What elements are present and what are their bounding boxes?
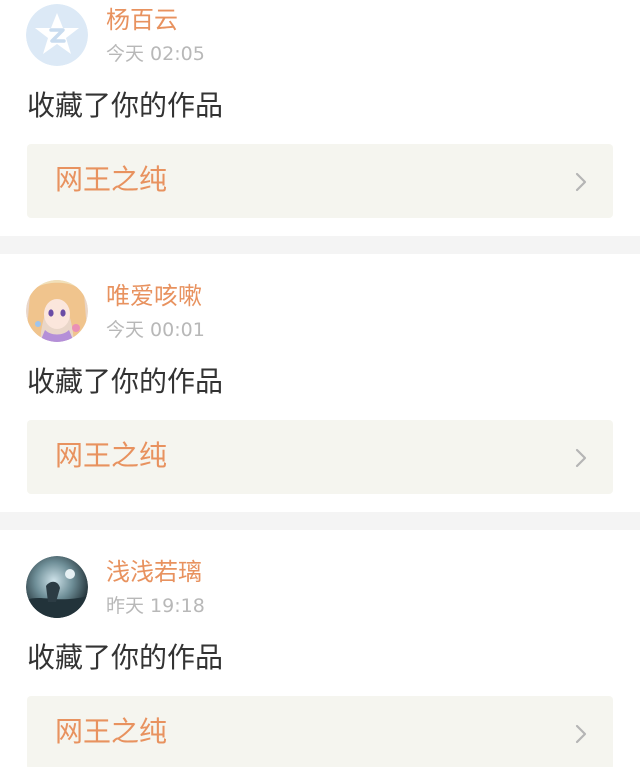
chevron-right-icon xyxy=(575,724,587,744)
work-link[interactable]: 网王之纯 xyxy=(27,144,613,218)
notification-card: 唯爱咳嗽 今天 00:01 收藏了你的作品 网王之纯 xyxy=(0,254,640,512)
anime-girl-avatar-icon xyxy=(26,280,88,342)
notification-feed: 杨百云 今天 02:05 收藏了你的作品 网王之纯 唯爱咳嗽 今天 00:01 … xyxy=(0,0,640,767)
divider xyxy=(0,512,640,530)
chevron-right-icon xyxy=(575,172,587,192)
avatar[interactable] xyxy=(26,280,88,342)
timestamp: 昨天 19:18 xyxy=(106,595,205,617)
action-text: 收藏了你的作品 xyxy=(27,89,224,122)
default-star-avatar-icon xyxy=(26,4,88,66)
action-text: 收藏了你的作品 xyxy=(27,641,224,674)
username[interactable]: 浅浅若璃 xyxy=(106,557,202,587)
work-title: 网王之纯 xyxy=(55,163,168,196)
username[interactable]: 唯爱咳嗽 xyxy=(106,281,202,311)
divider xyxy=(0,236,640,254)
chevron-right-icon xyxy=(575,448,587,468)
avatar[interactable] xyxy=(26,4,88,66)
notification-card: 浅浅若璃 昨天 19:18 收藏了你的作品 网王之纯 xyxy=(0,530,640,767)
work-title: 网王之纯 xyxy=(55,715,168,748)
work-link[interactable]: 网王之纯 xyxy=(27,420,613,494)
avatar[interactable] xyxy=(26,556,88,618)
notification-card: 杨百云 今天 02:05 收藏了你的作品 网王之纯 xyxy=(0,0,640,236)
timestamp: 今天 02:05 xyxy=(106,43,205,65)
timestamp: 今天 00:01 xyxy=(106,319,205,341)
work-title: 网王之纯 xyxy=(55,439,168,472)
work-link[interactable]: 网王之纯 xyxy=(27,696,613,767)
action-text: 收藏了你的作品 xyxy=(27,365,224,398)
night-scene-avatar-icon xyxy=(26,556,88,618)
username[interactable]: 杨百云 xyxy=(106,5,178,35)
